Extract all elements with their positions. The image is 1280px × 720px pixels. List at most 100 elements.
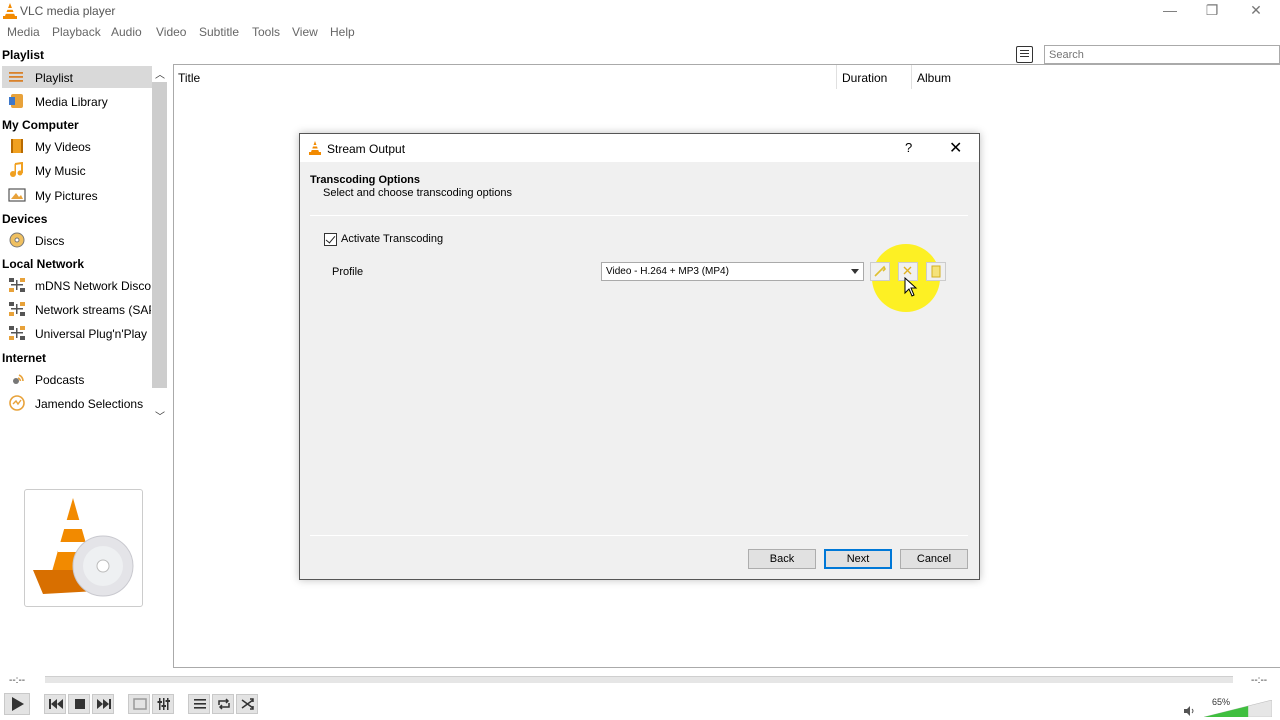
new-profile-button[interactable] [926,262,946,281]
sidebar-item-label: My Pictures [35,189,98,203]
network-icon [9,278,25,292]
vlc-cone-disc-icon [33,498,134,597]
title-bar: VLC media player — ❐ ✕ [0,0,1280,22]
sidebar-item-label: Jamendo Selections [35,397,144,411]
window-title: VLC media player [20,4,116,18]
sidebar-item-media-library[interactable]: Media Library [2,90,152,112]
dialog-close-button[interactable]: ✕ [949,138,962,158]
shuffle-button[interactable] [236,694,258,714]
column-title[interactable]: Title [178,71,200,85]
sidebar-item-upnp[interactable]: Universal Plug'n'Play [2,322,152,344]
help-button[interactable]: ? [905,140,912,155]
play-icon [12,697,24,711]
menu-subtitle[interactable]: Subtitle [199,25,239,39]
section-subheading: Select and choose transcoding options [323,187,512,199]
playlist-icon [9,72,23,82]
menu-help[interactable]: Help [330,25,355,39]
close-window-button[interactable]: ✕ [1234,0,1278,22]
sidebar-item-label: Playlist [35,71,74,85]
sidebar-item-my-pictures[interactable]: My Pictures [2,184,152,206]
cancel-button[interactable]: Cancel [900,549,968,569]
profile-label: Profile [332,266,364,278]
sidebar-item-label: My Videos [35,140,91,154]
extended-settings-button[interactable] [152,694,174,714]
playlist-header: Playlist [2,48,45,62]
sidebar-item-label: Media Library [35,95,108,109]
speaker-icon[interactable] [1183,705,1195,717]
column-album[interactable]: Album [917,71,951,85]
divider [310,535,968,536]
stop-button[interactable] [68,694,90,714]
profile-select[interactable]: Video - H.264 + MP3 (MP4) [601,262,864,281]
next-icon [97,699,111,709]
menu-playback[interactable]: Playback [52,25,101,39]
restore-button[interactable]: ❐ [1190,0,1234,22]
sidebar: Playlist Media Library My Computer My Vi… [0,64,168,424]
sidebar-item-jamendo[interactable]: Jamendo Selections [2,392,152,414]
search-input[interactable] [1044,45,1280,64]
column-divider [836,65,837,89]
menu-video[interactable]: Video [156,25,186,39]
edit-profile-button[interactable] [870,262,890,281]
menu-tools[interactable]: Tools [252,25,280,39]
disc-icon [9,232,25,248]
dialog-title-bar: Stream Output ? ✕ [300,134,979,162]
dialog-title: Stream Output [327,142,406,156]
sidebar-item-my-music[interactable]: My Music [2,159,152,181]
sidebar-scroll-thumb[interactable] [152,82,167,388]
seek-bar[interactable] [45,676,1233,683]
minimize-button[interactable]: — [1148,0,1192,22]
playlist-view-icon[interactable] [1016,46,1033,63]
network-icon [9,326,25,340]
previous-button[interactable] [44,694,66,714]
podcast-icon [13,374,24,384]
menu-view[interactable]: View [292,25,318,39]
back-button[interactable]: Back [748,549,816,569]
scroll-up-icon[interactable]: ︿ [152,66,168,82]
scroll-down-icon[interactable]: ﹀ [152,408,168,424]
sidebar-item-discs[interactable]: Discs [2,229,152,251]
next-button[interactable]: Next [824,549,892,569]
fullscreen-button[interactable] [128,694,150,714]
divider [310,215,968,216]
loop-button[interactable] [212,694,234,714]
chevron-down-icon [851,269,859,274]
sidebar-item-label: Discs [35,234,65,248]
sidebar-item-my-videos[interactable]: My Videos [2,135,152,157]
equalizer-icon [157,698,170,710]
sidebar-item-playlist[interactable]: Playlist [2,66,152,88]
play-button[interactable] [4,693,30,715]
fullscreen-icon [133,698,147,710]
mouse-cursor-icon [904,277,918,297]
remaining-time[interactable]: --:-- [1251,675,1267,686]
menu-bar: Media Playback Audio Video Subtitle Tool… [0,22,1280,42]
album-art [24,489,143,607]
stop-icon [75,699,85,709]
videos-icon [11,139,23,153]
profile-value: Video - H.264 + MP3 (MP4) [606,266,729,277]
media-library-icon [9,94,23,108]
new-profile-icon [931,265,941,278]
sidebar-item-mdns[interactable]: mDNS Network Disco... [2,274,152,296]
next-media-button[interactable] [92,694,114,714]
menu-audio[interactable]: Audio [111,25,142,39]
sidebar-item-label: Podcasts [35,373,85,387]
category-my-computer: My Computer [2,118,79,132]
sidebar-item-podcasts[interactable]: Podcasts [2,368,152,390]
volume-slider[interactable] [1204,700,1272,717]
menu-media[interactable]: Media [7,25,40,39]
section-heading: Transcoding Options [310,174,421,186]
sidebar-item-label: Network streams (SAP) [35,303,151,317]
activate-transcoding-label[interactable]: Activate Transcoding [341,233,443,245]
column-duration[interactable]: Duration [842,71,887,85]
column-divider [911,65,912,89]
vlc-cone-icon [309,141,321,155]
shuffle-icon [241,698,254,710]
sidebar-item-sap[interactable]: Network streams (SAP) [2,298,152,320]
jamendo-icon [9,395,25,411]
toggle-playlist-button[interactable] [188,694,210,714]
loop-icon [218,698,230,710]
activate-transcoding-checkbox[interactable] [324,233,337,246]
wrench-icon [874,265,886,277]
network-icon [9,302,25,316]
